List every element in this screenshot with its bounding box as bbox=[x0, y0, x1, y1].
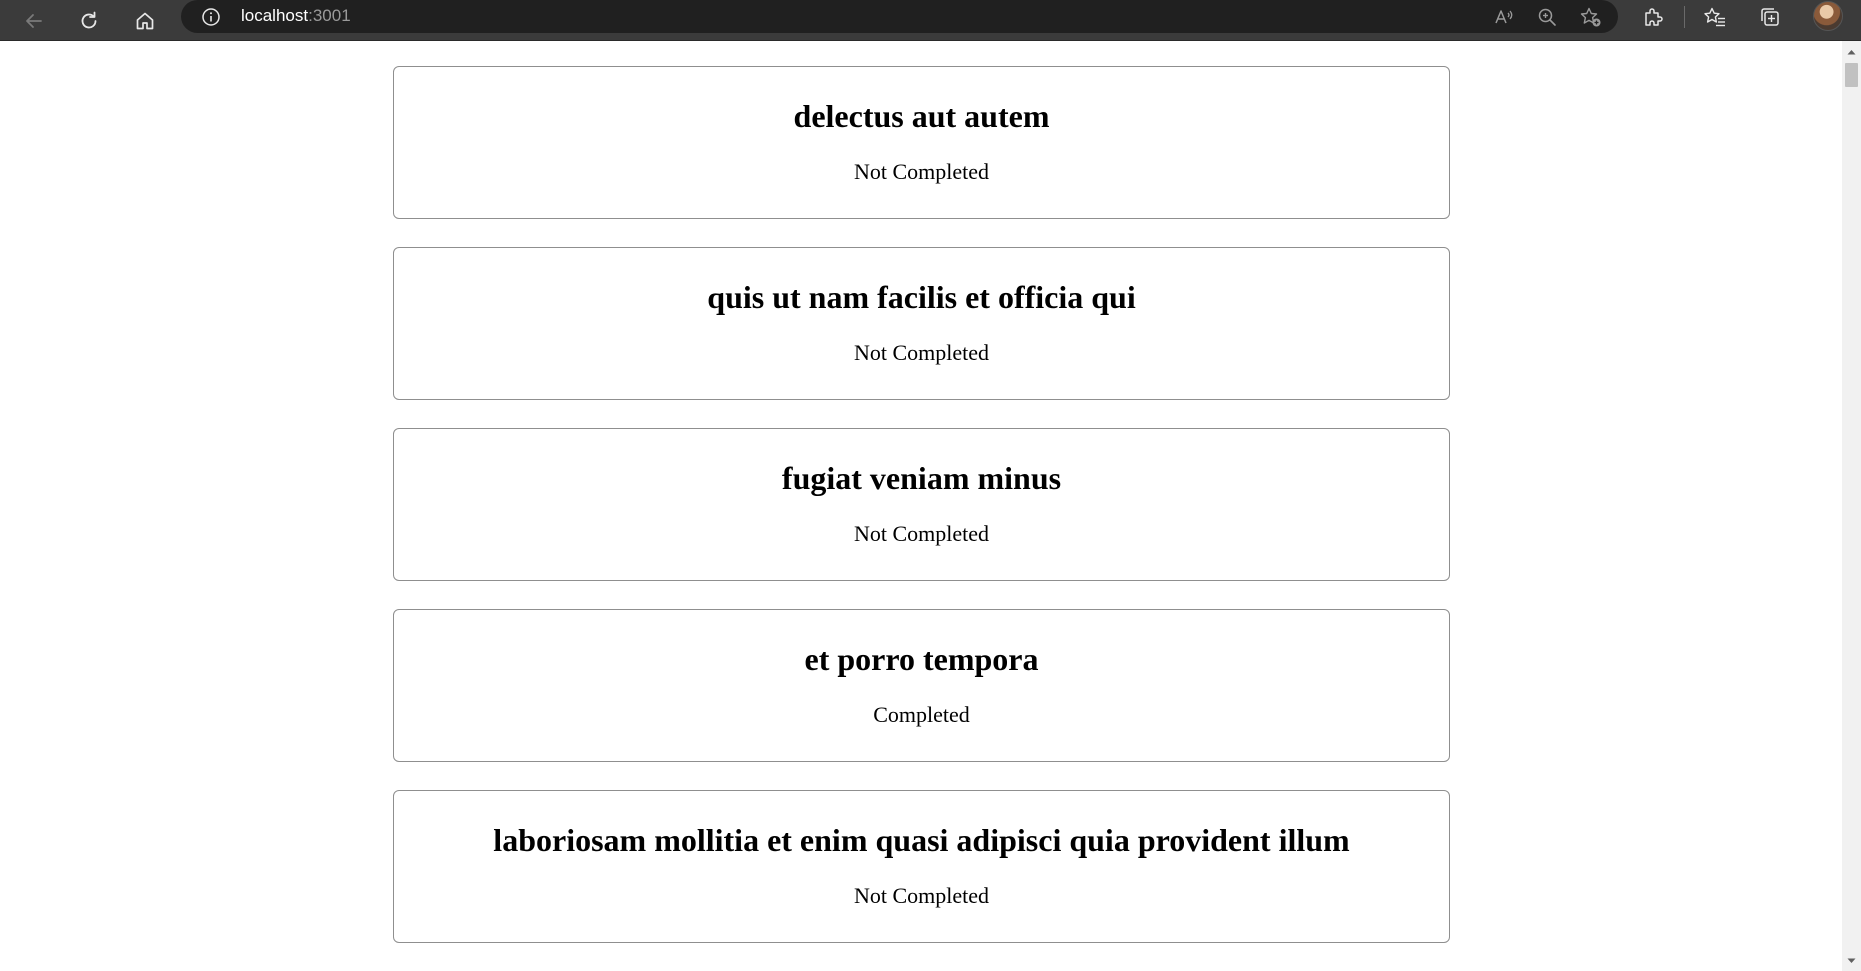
extensions-icon bbox=[1645, 7, 1663, 26]
todo-status: Not Completed bbox=[853, 521, 990, 546]
scroll-up-arrow-icon bbox=[1847, 49, 1856, 54]
todo-title: et porro tempora bbox=[804, 641, 1039, 677]
url-port: :3001 bbox=[308, 6, 351, 25]
scroll-down-arrow-icon bbox=[1847, 958, 1856, 963]
scroll-down-button[interactable] bbox=[1842, 952, 1861, 969]
home-button[interactable] bbox=[128, 4, 162, 38]
read-aloud-icon bbox=[1495, 9, 1513, 23]
back-arrow-icon bbox=[26, 14, 42, 28]
todo-card: laboriosam mollitia et enim quasi adipis… bbox=[393, 790, 1450, 943]
todo-status: Not Completed bbox=[853, 883, 990, 908]
site-info-button[interactable] bbox=[200, 6, 222, 28]
todo-status: Not Completed bbox=[853, 159, 990, 184]
refresh-icon bbox=[81, 11, 97, 29]
collections-icon bbox=[1761, 7, 1779, 26]
todo-title: delectus aut autem bbox=[793, 98, 1050, 134]
home-icon bbox=[136, 12, 154, 30]
todo-card: et porro tempora Completed bbox=[393, 609, 1450, 762]
collections-button[interactable] bbox=[1753, 0, 1787, 33]
zoom-button[interactable] bbox=[1530, 0, 1564, 33]
scrollbar-thumb[interactable] bbox=[1845, 63, 1858, 87]
todo-title: quis ut nam facilis et officia qui bbox=[707, 279, 1136, 315]
browser-toolbar: localhost:3001 bbox=[0, 0, 1861, 41]
todo-card: delectus aut autem Not Completed bbox=[393, 66, 1450, 219]
vertical-scrollbar[interactable] bbox=[1842, 41, 1861, 971]
info-icon bbox=[202, 8, 220, 26]
add-favorite-button[interactable] bbox=[1574, 0, 1608, 33]
refresh-button[interactable] bbox=[72, 4, 106, 38]
todo-status: Not Completed bbox=[853, 340, 990, 365]
url-text[interactable]: localhost:3001 bbox=[241, 6, 351, 26]
add-favorite-icon bbox=[1580, 7, 1601, 26]
scroll-up-button[interactable] bbox=[1842, 43, 1861, 60]
todo-status: Completed bbox=[873, 702, 970, 727]
back-button[interactable] bbox=[17, 4, 51, 38]
todo-title: fugiat veniam minus bbox=[781, 460, 1062, 496]
profile-avatar[interactable] bbox=[1813, 1, 1843, 31]
todo-title: laboriosam mollitia et enim quasi adipis… bbox=[493, 822, 1350, 858]
favorites-icon bbox=[1704, 7, 1725, 26]
address-bar[interactable]: localhost:3001 bbox=[181, 0, 1618, 33]
zoom-icon bbox=[1538, 8, 1556, 26]
extensions-button[interactable] bbox=[1636, 0, 1670, 33]
url-host: localhost bbox=[241, 6, 309, 25]
todo-card: fugiat veniam minus Not Completed bbox=[393, 428, 1450, 581]
toolbar-separator bbox=[1684, 6, 1685, 28]
todo-card: quis ut nam facilis et officia qui Not C… bbox=[393, 247, 1450, 400]
page-content: delectus aut autem Not Completed quis ut… bbox=[0, 41, 1842, 971]
favorites-button[interactable] bbox=[1698, 0, 1732, 33]
read-aloud-button[interactable] bbox=[1487, 0, 1521, 33]
